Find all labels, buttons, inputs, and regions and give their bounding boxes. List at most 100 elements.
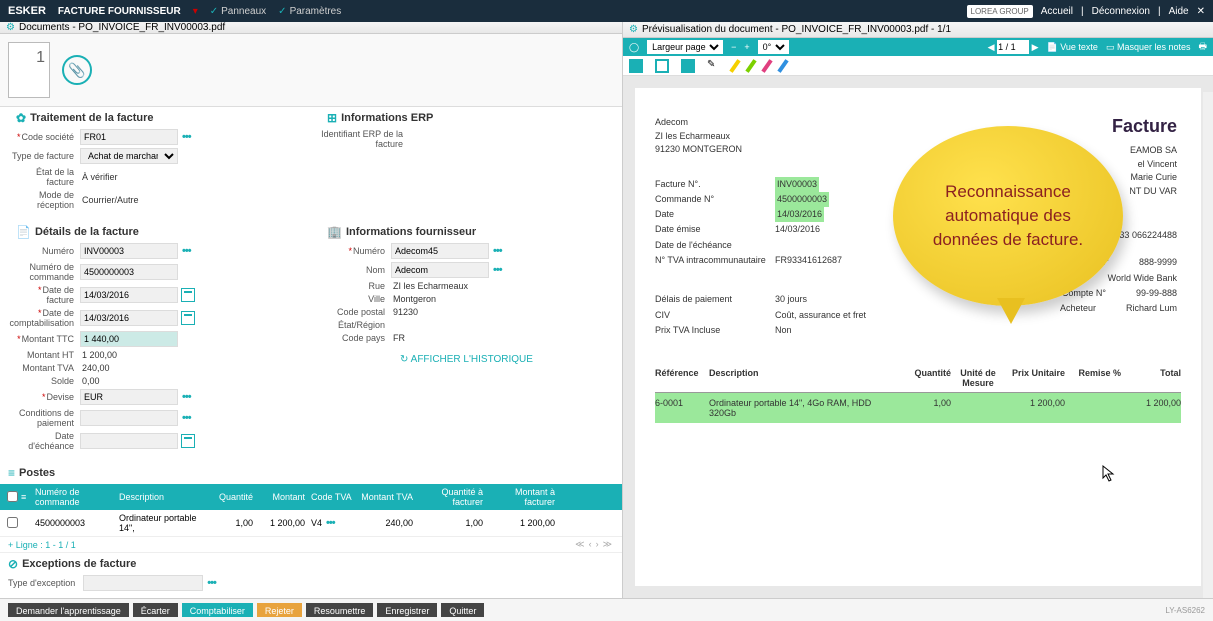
demander-button[interactable]: Demander l'apprentissage — [8, 603, 129, 617]
label-conditions: Conditions de paiement — [8, 408, 80, 428]
label-f-numero: Numéro — [319, 246, 391, 256]
input-date-compta[interactable] — [80, 310, 178, 326]
preview-toolbar: ◯ Largeur page −+ 0° ◀ ▶ 📄 Vue texte ▭ M… — [623, 38, 1213, 56]
gear-icon[interactable]: ⚙ — [6, 22, 15, 33]
comptabiliser-button[interactable]: Comptabiliser — [182, 603, 253, 617]
page-input[interactable] — [997, 40, 1029, 54]
menu-parametres[interactable]: Paramètres — [278, 6, 341, 17]
quitter-button[interactable]: Quitter — [441, 603, 484, 617]
input-f-numero[interactable] — [391, 243, 489, 259]
zoom-in-icon[interactable]: + — [744, 42, 749, 52]
label-erp-id: Identifiant ERP de la facture — [319, 129, 409, 149]
label-date-facture: Date de facture — [8, 285, 80, 305]
app-title: FACTURE FOURNISSEUR — [58, 6, 181, 17]
rect-tool-icon[interactable] — [655, 59, 669, 73]
add-row-icon[interactable]: + Ligne : 1 - 1 / 1 — [8, 540, 76, 550]
lookup-icon[interactable]: ••• — [182, 245, 191, 257]
calendar-icon[interactable] — [181, 288, 195, 302]
attachment-icon[interactable]: 📎 — [62, 55, 92, 85]
label-montant-ht: Montant HT — [8, 350, 80, 360]
pen-black-icon[interactable]: ✎ — [707, 59, 721, 73]
buyer-address: EAMOB SA el Vincent Marie Curie NT DU VA… — [1129, 144, 1177, 198]
rotate-select[interactable]: 0° — [758, 40, 789, 54]
document-title: Documents - PO_INVOICE_FR_INV00003.pdf — [19, 22, 225, 33]
lookup-icon[interactable]: ••• — [493, 264, 502, 276]
calendar-icon[interactable] — [181, 311, 195, 325]
label-type-exception: Type d'exception — [8, 578, 83, 588]
rejeter-button[interactable]: Rejeter — [257, 603, 302, 617]
zoom-out-icon[interactable]: − — [731, 42, 736, 52]
lookup-icon[interactable]: ••• — [493, 245, 502, 257]
input-numero[interactable] — [80, 243, 178, 259]
app-logo: ESKER — [8, 5, 46, 17]
lookup-icon[interactable]: ••• — [207, 577, 216, 589]
calendar-icon[interactable] — [181, 434, 195, 448]
back-icon[interactable]: ◯ — [629, 42, 639, 53]
value-etat: À vérifier — [80, 172, 118, 182]
select-type-facture[interactable]: Achat de marchandises — [80, 148, 178, 164]
label-montant-tva: Montant TVA — [8, 363, 80, 373]
input-montant-ttc[interactable] — [80, 331, 178, 347]
section-traitement: Traitement de la facture — [30, 112, 154, 124]
callout-bubble: Reconnaissance automatique des données d… — [893, 126, 1123, 306]
value-montant-tva: 240,00 — [80, 363, 110, 373]
masquer-notes-toggle[interactable]: Masquer les notes — [1117, 42, 1191, 52]
print-icon[interactable]: 🖶 — [1199, 39, 1208, 55]
link-accueil[interactable]: Accueil — [1041, 6, 1073, 17]
label-etat: État de la facture — [8, 167, 80, 187]
link-deconnexion[interactable]: Déconnexion — [1092, 6, 1150, 17]
preview-title: Prévisualisation du document - PO_INVOIC… — [642, 24, 951, 35]
value-f-rue: ZI les Echarmeaux — [391, 281, 468, 291]
page-thumbnail[interactable] — [8, 42, 50, 98]
value-f-ville: Montgeron — [391, 294, 436, 304]
scrollbar[interactable] — [1203, 92, 1213, 598]
highlighter-green-icon[interactable] — [745, 59, 756, 73]
link-aide[interactable]: Aide — [1169, 6, 1189, 17]
lookup-icon[interactable]: ••• — [182, 131, 191, 143]
pointer-tool-icon[interactable] — [629, 59, 643, 73]
select-all-checkbox[interactable] — [7, 491, 18, 502]
label-echeance: Date d'échéance — [8, 431, 80, 451]
link-historique[interactable]: AFFICHER L'HISTORIQUE — [319, 346, 614, 373]
input-code-societe[interactable] — [80, 129, 178, 145]
input-echeance[interactable] — [80, 433, 178, 449]
company-badge: LOREA GROUP — [967, 5, 1033, 18]
document-header: ⚙ Documents - PO_INVOICE_FR_INV00003.pdf — [0, 22, 622, 34]
input-type-exception[interactable] — [83, 575, 203, 591]
label-f-pays: Code pays — [319, 333, 391, 343]
label-f-region: État/Région — [319, 320, 391, 330]
ecarter-button[interactable]: Écarter — [133, 603, 178, 617]
close-icon[interactable]: ✕ — [1197, 6, 1205, 17]
label-num-commande: Numéro de commande — [8, 262, 80, 282]
label-f-cp: Code postal — [319, 307, 391, 317]
highlighter-blue-icon[interactable] — [777, 59, 788, 73]
section-icon: ✿ — [16, 111, 26, 125]
input-num-commande[interactable] — [80, 264, 178, 280]
section-details: Détails de la facture — [35, 226, 139, 238]
vue-texte-toggle[interactable]: Vue texte — [1060, 42, 1098, 52]
input-devise[interactable] — [80, 389, 178, 405]
top-navigation: ESKER FACTURE FOURNISSEUR ▾ Panneaux Par… — [0, 0, 1213, 22]
enregistrer-button[interactable]: Enregistrer — [377, 603, 437, 617]
resoumettre-button[interactable]: Resoumettre — [306, 603, 374, 617]
input-conditions[interactable] — [80, 410, 178, 426]
menu-panneaux[interactable]: Panneaux — [210, 6, 266, 17]
value-montant-ht: 1 200,00 — [80, 350, 117, 360]
image-tool-icon[interactable] — [681, 59, 695, 73]
row-checkbox[interactable] — [7, 517, 18, 528]
highlighter-yellow-icon[interactable] — [729, 59, 740, 73]
lookup-icon[interactable]: ••• — [182, 391, 191, 403]
gear-icon[interactable]: ⚙ — [629, 24, 638, 35]
value-solde: 0,00 — [80, 376, 100, 386]
lookup-icon[interactable]: ••• — [182, 412, 191, 424]
label-devise: Devise — [8, 392, 80, 402]
highlighter-pink-icon[interactable] — [761, 59, 772, 73]
label-f-ville: Ville — [319, 294, 391, 304]
input-f-nom[interactable] — [391, 262, 489, 278]
input-date-facture[interactable] — [80, 287, 178, 303]
label-numero: Numéro — [8, 246, 80, 256]
table-row[interactable]: 4500000003 Ordinateur portable 14", 1,00… — [0, 510, 622, 537]
zoom-select[interactable]: Largeur page — [647, 40, 723, 54]
pager[interactable]: ≪‹›≫ — [573, 539, 614, 550]
lookup-icon[interactable]: ••• — [326, 517, 335, 529]
